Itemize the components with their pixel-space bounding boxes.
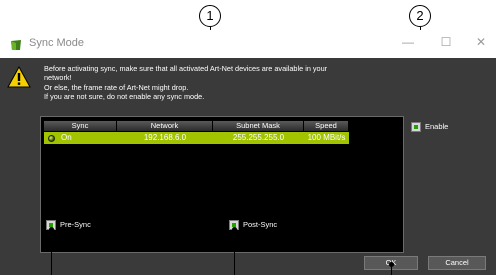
close-button[interactable]: ✕ <box>473 35 489 49</box>
warning-line: If you are not sure, do not enable any s… <box>44 91 205 101</box>
sync-value: On <box>61 133 72 142</box>
minimize-button[interactable]: — <box>400 35 416 49</box>
callout-marker-1: 1 <box>199 5 221 27</box>
sync-cell[interactable]: On <box>44 132 117 144</box>
column-header-subnet-mask[interactable]: Subnet Mask <box>213 121 304 131</box>
callout-dot-pre-sync <box>49 227 54 232</box>
callout-dot-post-sync <box>232 227 237 232</box>
speed-cell: 100 MBit/s <box>307 133 346 142</box>
enable-label: Enable <box>425 122 449 131</box>
pre-sync-label: Pre-Sync <box>60 220 91 229</box>
subnet-mask-cell: 255.255.255.0 <box>232 133 285 142</box>
table-header: Sync Network Subnet Mask Speed <box>44 121 349 131</box>
window-title: Sync Mode <box>29 37 85 49</box>
callout-dot-ok <box>389 262 394 267</box>
table-row[interactable]: On 192.168.6.0 255.255.255.0 100 MBit/s <box>44 132 349 144</box>
warning-icon <box>7 66 31 88</box>
column-header-network[interactable]: Network <box>117 121 213 131</box>
warning-message: Before activating sync, make sure that a… <box>44 64 414 101</box>
callout-leader-post-sync <box>234 230 235 275</box>
sync-mode-dialog: Before activating sync, make sure that a… <box>0 58 496 275</box>
warning-line: Before activating sync, make sure that a… <box>44 64 328 73</box>
post-sync-label: Post-Sync <box>243 220 278 229</box>
network-cell: 192.168.6.0 <box>143 133 187 142</box>
column-header-speed[interactable]: Speed <box>304 121 349 131</box>
column-header-sync[interactable]: Sync <box>44 121 117 131</box>
sync-status-led-icon <box>48 134 55 142</box>
warning-line: Or else, the frame rate of Art-Net might… <box>44 82 189 92</box>
enable-checkbox[interactable] <box>411 122 421 132</box>
window-titlebar: Sync Mode — ☐ ✕ <box>0 30 496 58</box>
callout-marker-2: 2 <box>409 5 431 27</box>
warning-line: network! <box>44 73 72 83</box>
network-sync-table[interactable]: Sync Network Subnet Mask Speed On 192.16… <box>40 116 404 253</box>
callout-leader-pre-sync <box>51 230 52 275</box>
sync-mode-app-icon <box>11 40 21 50</box>
maximize-button[interactable]: ☐ <box>438 35 454 49</box>
cancel-button[interactable]: Cancel <box>428 256 486 270</box>
